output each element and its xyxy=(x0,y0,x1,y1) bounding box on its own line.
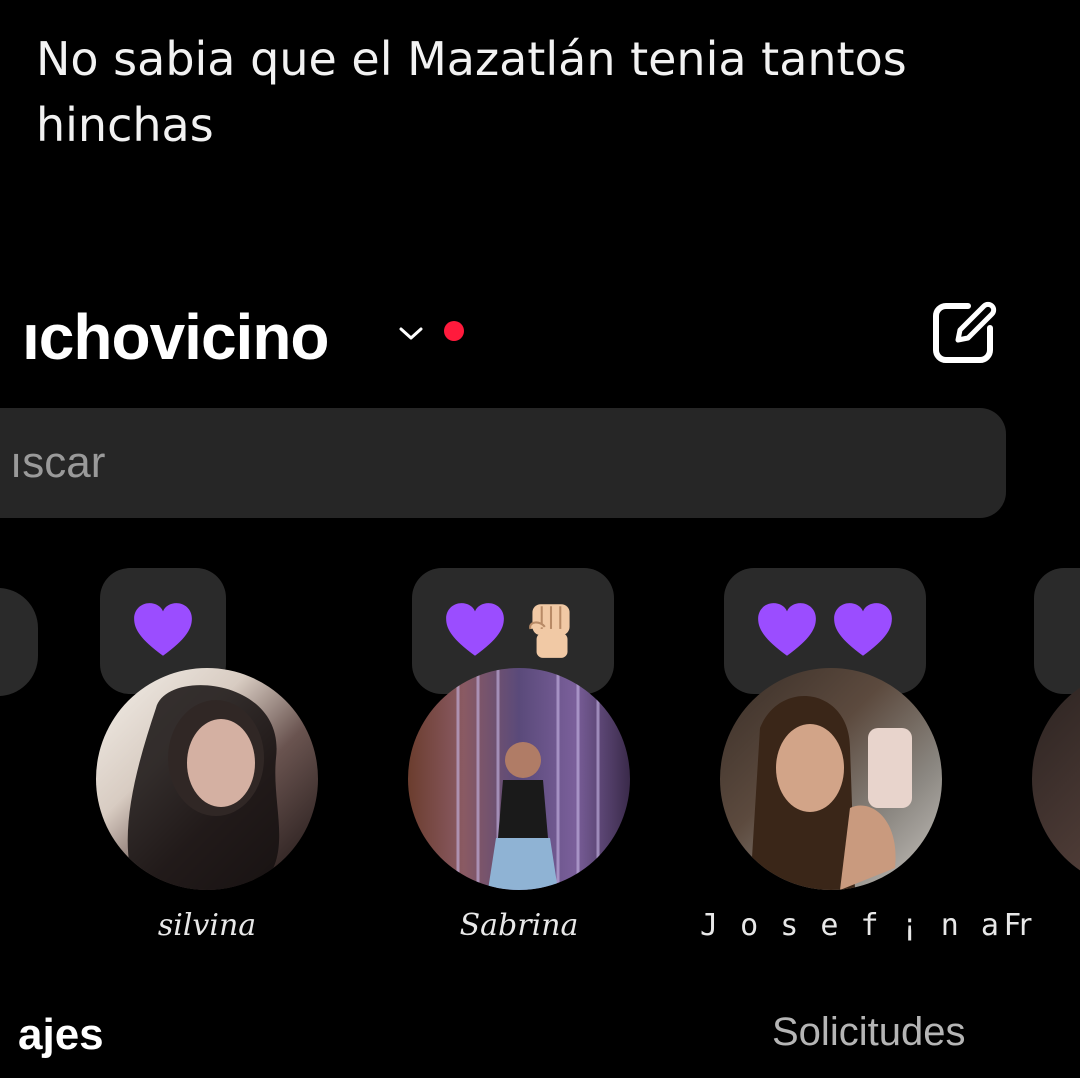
search-input[interactable] xyxy=(10,430,910,496)
portrait-silhouette xyxy=(456,668,600,890)
story-avatar-partial-left[interactable] xyxy=(0,588,38,696)
portrait-silhouette xyxy=(127,685,280,890)
story-avatar-partial-right[interactable] xyxy=(1032,668,1080,890)
purple-heart-icon xyxy=(446,603,504,656)
story-avatar-silvina[interactable] xyxy=(96,668,318,890)
story-name-silvina: silvina xyxy=(157,908,257,943)
story-name-partial-right: Fr xyxy=(1004,908,1032,943)
raised-fist-icon xyxy=(529,604,570,658)
account-username[interactable]: ıchovicino xyxy=(22,300,329,374)
chevron-down-icon[interactable] xyxy=(398,326,424,342)
story-avatar-sabrina[interactable] xyxy=(408,668,630,890)
purple-heart-icon xyxy=(134,603,192,656)
compose-icon[interactable] xyxy=(928,296,1000,368)
story-name-josefina: J o s e f ¡ n a xyxy=(700,908,1001,943)
purple-heart-icon xyxy=(758,603,816,656)
story-avatar-josefina[interactable] xyxy=(720,668,942,890)
search-bar[interactable] xyxy=(0,408,1006,518)
story-name-sabrina: Sabrina xyxy=(459,908,579,943)
notification-dot xyxy=(444,321,464,341)
purple-heart-icon xyxy=(834,603,892,656)
portrait-silhouette xyxy=(750,695,912,890)
tab-messages[interactable]: ajes xyxy=(18,1010,104,1060)
tab-requests[interactable]: Solicitudes xyxy=(772,1010,965,1055)
instagram-screenshot: ıchovicino silvina xyxy=(0,0,1080,1078)
note-bubble-partial-right[interactable] xyxy=(1034,568,1080,694)
